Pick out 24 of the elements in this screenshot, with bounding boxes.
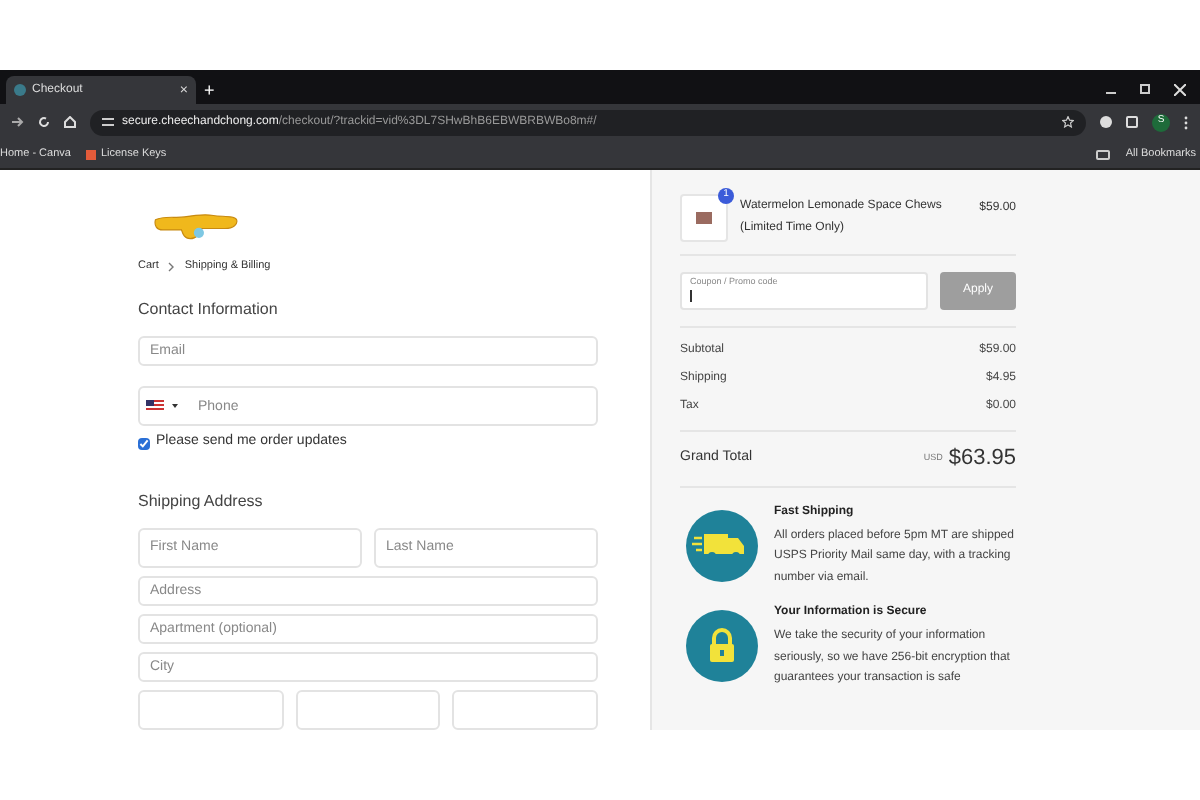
caret-icon (172, 404, 178, 409)
flag-icon[interactable] (146, 400, 164, 413)
folder-icon (1095, 149, 1110, 159)
section-heading: Contact Information (138, 298, 280, 323)
total-value: $63.95 (948, 444, 1016, 474)
home-icon[interactable] (64, 116, 76, 128)
chevron-icon (168, 261, 175, 272)
favicon-icon (14, 84, 26, 96)
padlock-icon (686, 610, 758, 682)
forward-icon[interactable] (12, 116, 24, 128)
truck-icon (686, 509, 758, 581)
new-tab-button[interactable]: + (204, 82, 215, 100)
input-field[interactable] (452, 689, 599, 730)
bookmark-star-icon[interactable] (1062, 116, 1074, 128)
checkbox[interactable] (138, 437, 150, 450)
close-icon[interactable] (1174, 84, 1186, 96)
site-settings-icon[interactable] (102, 116, 114, 128)
photo-placeholder (696, 212, 712, 224)
restore-icon[interactable] (1140, 84, 1150, 94)
input-field[interactable] (295, 689, 441, 730)
reload-icon[interactable] (38, 116, 50, 128)
bookmark-favicon-icon (86, 149, 97, 159)
input-field[interactable] (138, 689, 284, 730)
section-heading: Shipping Address (138, 489, 265, 514)
